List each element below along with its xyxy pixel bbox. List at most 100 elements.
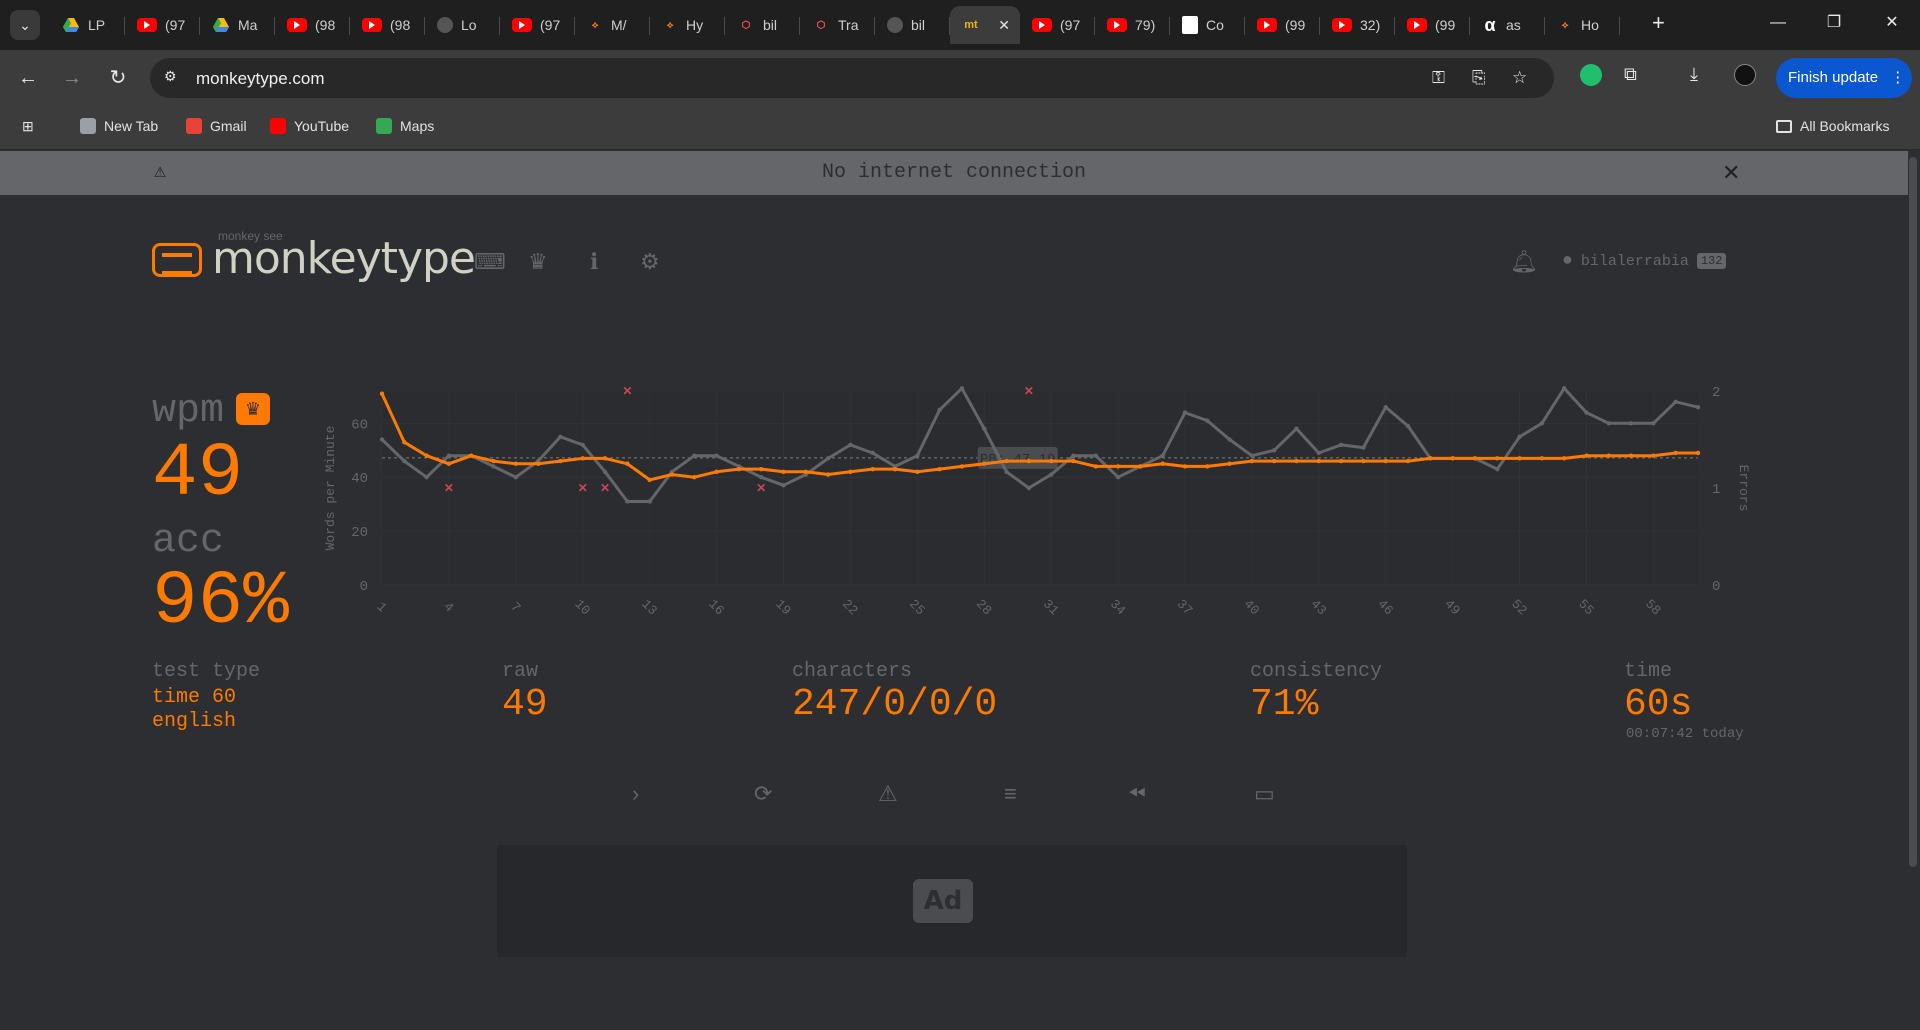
- logo-title[interactable]: monkeytype: [212, 233, 476, 284]
- browser-tab[interactable]: (97: [1020, 6, 1095, 44]
- tab-title: M/: [611, 17, 627, 33]
- keyboard-icon[interactable]: ⌨: [474, 249, 506, 275]
- bee-favicon-icon: ⟡: [591, 19, 599, 31]
- browser-tab[interactable]: LP: [50, 6, 125, 44]
- bookmark-item[interactable]: New Tab: [80, 118, 158, 134]
- bookmark-item[interactable]: Gmail: [186, 118, 247, 134]
- report-warning-icon[interactable]: ⚠: [878, 781, 898, 807]
- browser-tab[interactable]: (99: [1245, 6, 1320, 44]
- browser-tab[interactable]: α as: [1470, 6, 1545, 44]
- replay-rewind-icon[interactable]: ⏪︎: [1128, 781, 1146, 807]
- settings-gear-icon[interactable]: ⚙: [640, 249, 660, 275]
- browser-toolbar: ← → ↻ ⚙ monkeytype.com ⚿ ⎘ ☆ ⧉ ⤓ Finish …: [0, 50, 1920, 106]
- wpm-point: [1249, 458, 1255, 464]
- url-text[interactable]: monkeytype.com: [196, 69, 325, 89]
- forward-button[interactable]: →: [58, 64, 86, 92]
- close-window-button[interactable]: ✕: [1872, 8, 1912, 38]
- acc-value: 96%: [152, 559, 289, 645]
- wpm-point: [669, 472, 675, 477]
- browser-tab[interactable]: Ma: [200, 6, 275, 44]
- close-icon[interactable]: ✕: [1722, 151, 1740, 195]
- browser-tab[interactable]: bil: [875, 6, 950, 44]
- browser-tab[interactable]: (98: [350, 6, 425, 44]
- tab-title: (99: [1435, 17, 1456, 33]
- wpm-point: [692, 475, 697, 480]
- wpm-point: [1115, 464, 1121, 469]
- restore-button[interactable]: ❐: [1814, 8, 1854, 38]
- raw-point: [402, 458, 407, 464]
- y2-tick-label: 1: [1712, 482, 1720, 498]
- tab-title: (97: [165, 17, 186, 33]
- browser-tab[interactable]: ⟡ Ho: [1545, 6, 1620, 44]
- next-test-chevron-icon[interactable]: ›: [632, 781, 639, 807]
- x-tick-label: 52: [1508, 597, 1530, 615]
- new-tab-button[interactable]: +: [1652, 10, 1665, 36]
- crown-leaderboard-icon[interactable]: ♛: [528, 249, 548, 275]
- browser-tab[interactable]: 79): [1095, 6, 1170, 44]
- browser-tab[interactable]: ⟡ Hy: [650, 6, 725, 44]
- raw-point: [424, 475, 429, 480]
- raw-point: [647, 499, 652, 504]
- scrollbar-thumb[interactable]: [1909, 157, 1917, 867]
- browser-tab[interactable]: ⬡ Tra: [800, 6, 875, 44]
- user-account[interactable]: ● bilalerrabia 132: [1562, 251, 1727, 271]
- browser-tab[interactable]: (97: [125, 6, 200, 44]
- browser-tab[interactable]: Co: [1170, 6, 1245, 44]
- wpm-point: [1316, 458, 1322, 464]
- reload-button[interactable]: ↻: [104, 64, 132, 92]
- tab-close-icon[interactable]: ✕: [998, 17, 1010, 34]
- raw-point: [825, 456, 831, 461]
- screenshot-image-icon[interactable]: ▭: [1254, 781, 1275, 807]
- browser-tab[interactable]: mt ✕: [950, 6, 1020, 44]
- raw-label: raw: [502, 660, 539, 683]
- raw-point: [870, 450, 875, 456]
- browser-tab[interactable]: (99: [1395, 6, 1470, 44]
- extension-green-icon[interactable]: [1580, 64, 1602, 91]
- browser-tab[interactable]: ⟡ M/: [575, 6, 650, 44]
- password-key-icon[interactable]: ⚿: [1432, 68, 1445, 88]
- browser-tab[interactable]: Lo: [425, 6, 500, 44]
- finish-update-button[interactable]: Finish update ⋮: [1776, 58, 1912, 98]
- site-info-icon[interactable]: ⚙: [164, 68, 177, 85]
- raw-point: [1383, 404, 1388, 410]
- wpm-point: [1227, 461, 1232, 466]
- browser-tab[interactable]: ⬡ bil: [725, 6, 800, 44]
- profile-avatar-icon[interactable]: [1734, 64, 1756, 91]
- wpm-point: [1182, 464, 1188, 469]
- bookmark-item[interactable]: Maps: [376, 118, 434, 134]
- minimize-button[interactable]: —: [1758, 8, 1798, 38]
- extensions-puzzle-icon[interactable]: ⧉: [1624, 64, 1637, 85]
- time-label: time: [1624, 660, 1673, 683]
- raw-point: [1227, 437, 1232, 442]
- wpm-point: [1428, 456, 1433, 461]
- wpm-point: [625, 461, 630, 466]
- bookmark-label: Maps: [400, 118, 435, 134]
- apps-grid-icon[interactable]: ⊞: [22, 118, 34, 135]
- browser-tab[interactable]: 32): [1320, 6, 1395, 44]
- browser-tab[interactable]: (97: [500, 6, 575, 44]
- time-detail: 00:07:42 today: [1626, 726, 1744, 742]
- install-app-icon[interactable]: ⎘: [1472, 68, 1486, 88]
- back-button[interactable]: ←: [14, 64, 42, 92]
- y-tick-label: 0: [360, 579, 368, 595]
- notification-bell-icon[interactable]: 🔔︎: [1510, 249, 1538, 275]
- wpm-point: [781, 469, 786, 475]
- wpm-point: [647, 477, 652, 483]
- page-scrollbar[interactable]: [1908, 151, 1920, 1030]
- youtube-favicon-icon: [1032, 18, 1052, 32]
- downloads-icon[interactable]: ⤓: [1690, 64, 1698, 85]
- keyboard-logo-icon[interactable]: [152, 243, 202, 277]
- all-bookmarks-button[interactable]: All Bookmarks: [1776, 118, 1889, 134]
- youtube-favicon-icon: [512, 18, 532, 32]
- wpm-point: [1673, 450, 1678, 456]
- address-bar[interactable]: ⚙ monkeytype.com ⚿ ⎘ ☆: [150, 58, 1554, 98]
- words-history-icon[interactable]: ≡: [1004, 781, 1017, 807]
- info-icon[interactable]: ℹ: [590, 249, 598, 275]
- tab-search-button[interactable]: ⌄: [10, 10, 40, 40]
- tab-strip: ⌄ LP (97 Ma (98 (98 Lo (97 ⟡ M/ ⟡ Hy ⬡ bil ⬡ Tra bil mt ✕…: [0, 0, 1920, 50]
- raw-point: [1606, 421, 1611, 426]
- restart-test-icon[interactable]: ⟳: [754, 781, 772, 807]
- bookmark-star-icon[interactable]: ☆: [1512, 68, 1527, 88]
- bookmark-item[interactable]: YouTube: [270, 118, 349, 134]
- browser-tab[interactable]: (98: [275, 6, 350, 44]
